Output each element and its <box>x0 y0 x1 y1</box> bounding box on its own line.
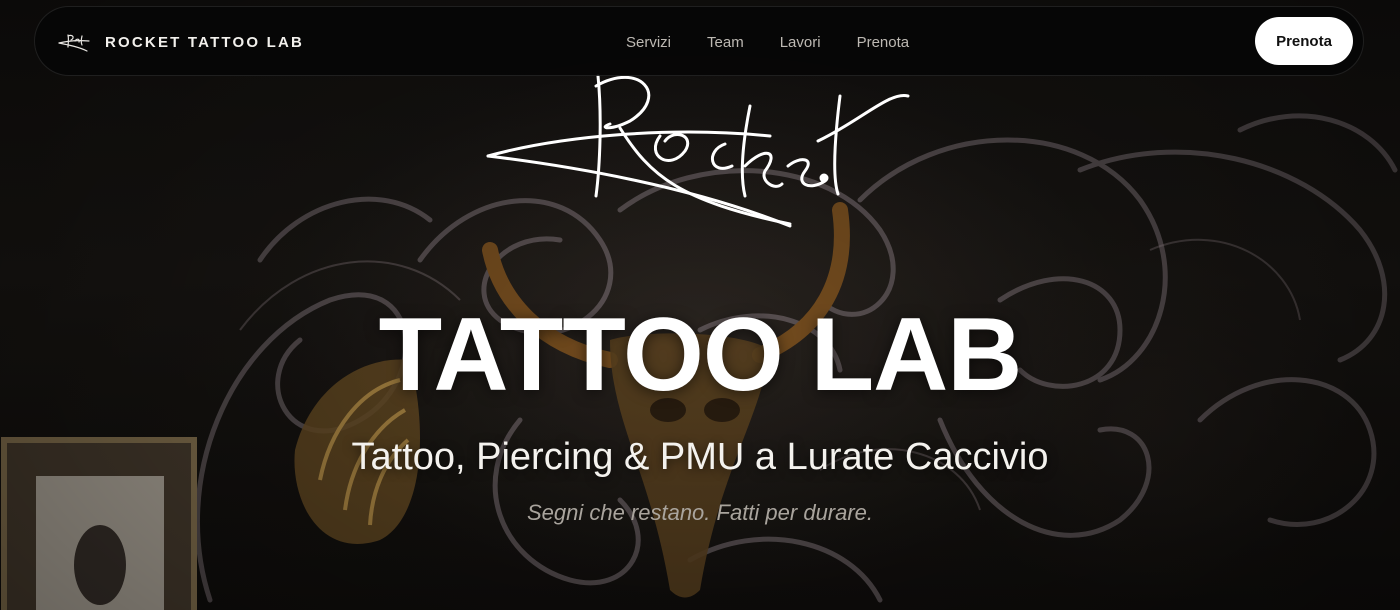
hero-section: TATTOO LAB Tattoo, Piercing & PMU a Lura… <box>0 0 1400 610</box>
rocket-logo-icon <box>58 34 90 52</box>
hero-tagline: Segni che restano. Fatti per durare. <box>526 500 874 525</box>
nav-links: Servizi Team Lavori Prenota <box>626 7 909 77</box>
nav-link-prenota[interactable]: Prenota <box>857 34 910 51</box>
nav-link-team[interactable]: Team <box>707 34 744 51</box>
nav-link-lavori[interactable]: Lavori <box>780 34 821 51</box>
prenota-button[interactable]: Prenota <box>1255 17 1353 65</box>
hero-subtitle: Tattoo, Piercing & PMU a Lurate Caccivio <box>351 436 1049 478</box>
nav-link-servizi[interactable]: Servizi <box>626 34 671 51</box>
rocket-signature-logo <box>486 74 910 228</box>
hero-title: TATTOO LAB <box>378 297 1023 413</box>
brand-name: ROCKET TATTOO LAB <box>105 33 305 51</box>
navbar: ROCKET TATTOO LAB Servizi Team Lavori Pr… <box>34 6 1364 76</box>
brand-link[interactable]: ROCKET TATTOO LAB <box>57 7 304 77</box>
